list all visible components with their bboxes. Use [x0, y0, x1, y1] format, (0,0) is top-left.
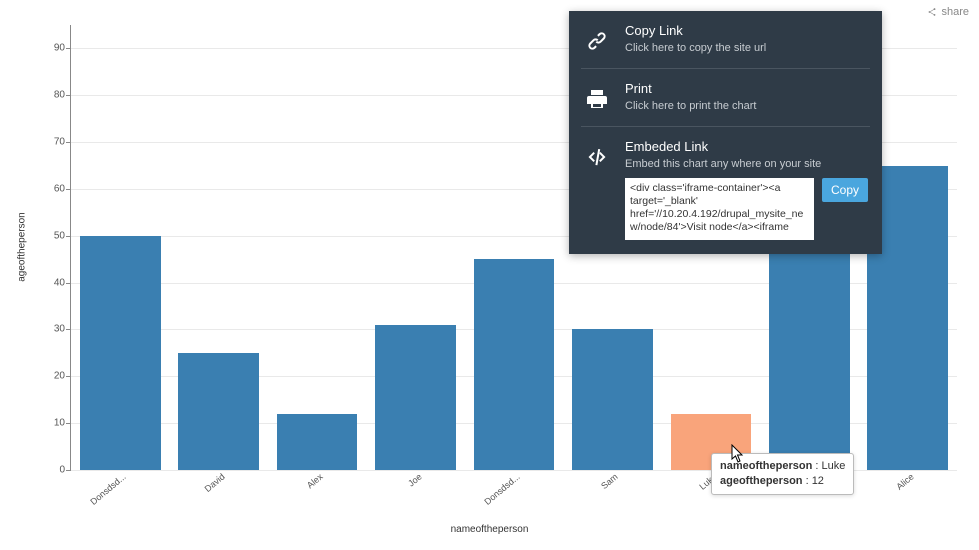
y-tick-label: 60 — [54, 183, 71, 194]
tooltip-val-2: 12 — [812, 475, 824, 487]
chart-tooltip: nameoftheperson : Luke ageoftheperson : … — [711, 453, 854, 495]
bar[interactable] — [178, 353, 259, 470]
embed-title: Embeded Link — [625, 139, 868, 154]
copy-link-desc: Click here to copy the site url — [625, 42, 868, 54]
embed-code-textarea[interactable] — [625, 178, 814, 240]
bar[interactable] — [572, 329, 653, 470]
bar[interactable] — [474, 259, 555, 470]
y-axis-label: ageoftheperson — [17, 212, 28, 282]
print-icon — [583, 81, 611, 112]
y-tick-label: 30 — [54, 324, 71, 335]
x-tick-label: David — [202, 472, 226, 494]
x-tick-label: Alice — [894, 472, 915, 492]
share-icon — [927, 7, 937, 17]
copy-link-row[interactable]: Copy Link Click here to copy the site ur… — [569, 11, 882, 68]
y-tick-label: 70 — [54, 137, 71, 148]
y-tick-label: 40 — [54, 277, 71, 288]
y-tick-label: 80 — [54, 90, 71, 101]
y-tick-label: 90 — [54, 43, 71, 54]
bar[interactable] — [375, 325, 456, 470]
x-tick-label: Donsdsd... — [482, 472, 521, 507]
copy-link-title: Copy Link — [625, 23, 868, 38]
link-icon — [583, 23, 611, 54]
print-row[interactable]: Print Click here to print the chart — [569, 69, 882, 126]
y-tick-label: 10 — [54, 418, 71, 429]
code-icon — [583, 139, 611, 240]
y-tick-label: 0 — [59, 465, 71, 476]
share-label: share — [941, 6, 969, 18]
share-button[interactable]: share — [927, 6, 969, 18]
x-tick-label: Joe — [406, 472, 424, 489]
y-tick-label: 20 — [54, 371, 71, 382]
print-desc: Click here to print the chart — [625, 100, 868, 112]
x-tick-label: Alex — [305, 472, 325, 491]
share-panel: Copy Link Click here to copy the site ur… — [569, 11, 882, 254]
copy-button[interactable]: Copy — [822, 178, 868, 202]
embed-desc: Embed this chart any where on your site — [625, 158, 868, 170]
x-axis-label: nameoftheperson — [451, 524, 529, 535]
bar[interactable] — [277, 414, 358, 470]
embed-row: Embeded Link Embed this chart any where … — [569, 127, 882, 254]
bar[interactable] — [80, 236, 161, 470]
x-tick-label: Donsdsd... — [89, 472, 128, 507]
print-title: Print — [625, 81, 868, 96]
tooltip-val-1: Luke — [821, 460, 845, 472]
x-tick-label: Sam — [600, 472, 621, 492]
y-tick-label: 50 — [54, 230, 71, 241]
tooltip-key-1: nameoftheperson — [720, 460, 812, 472]
tooltip-key-2: ageoftheperson — [720, 475, 803, 487]
